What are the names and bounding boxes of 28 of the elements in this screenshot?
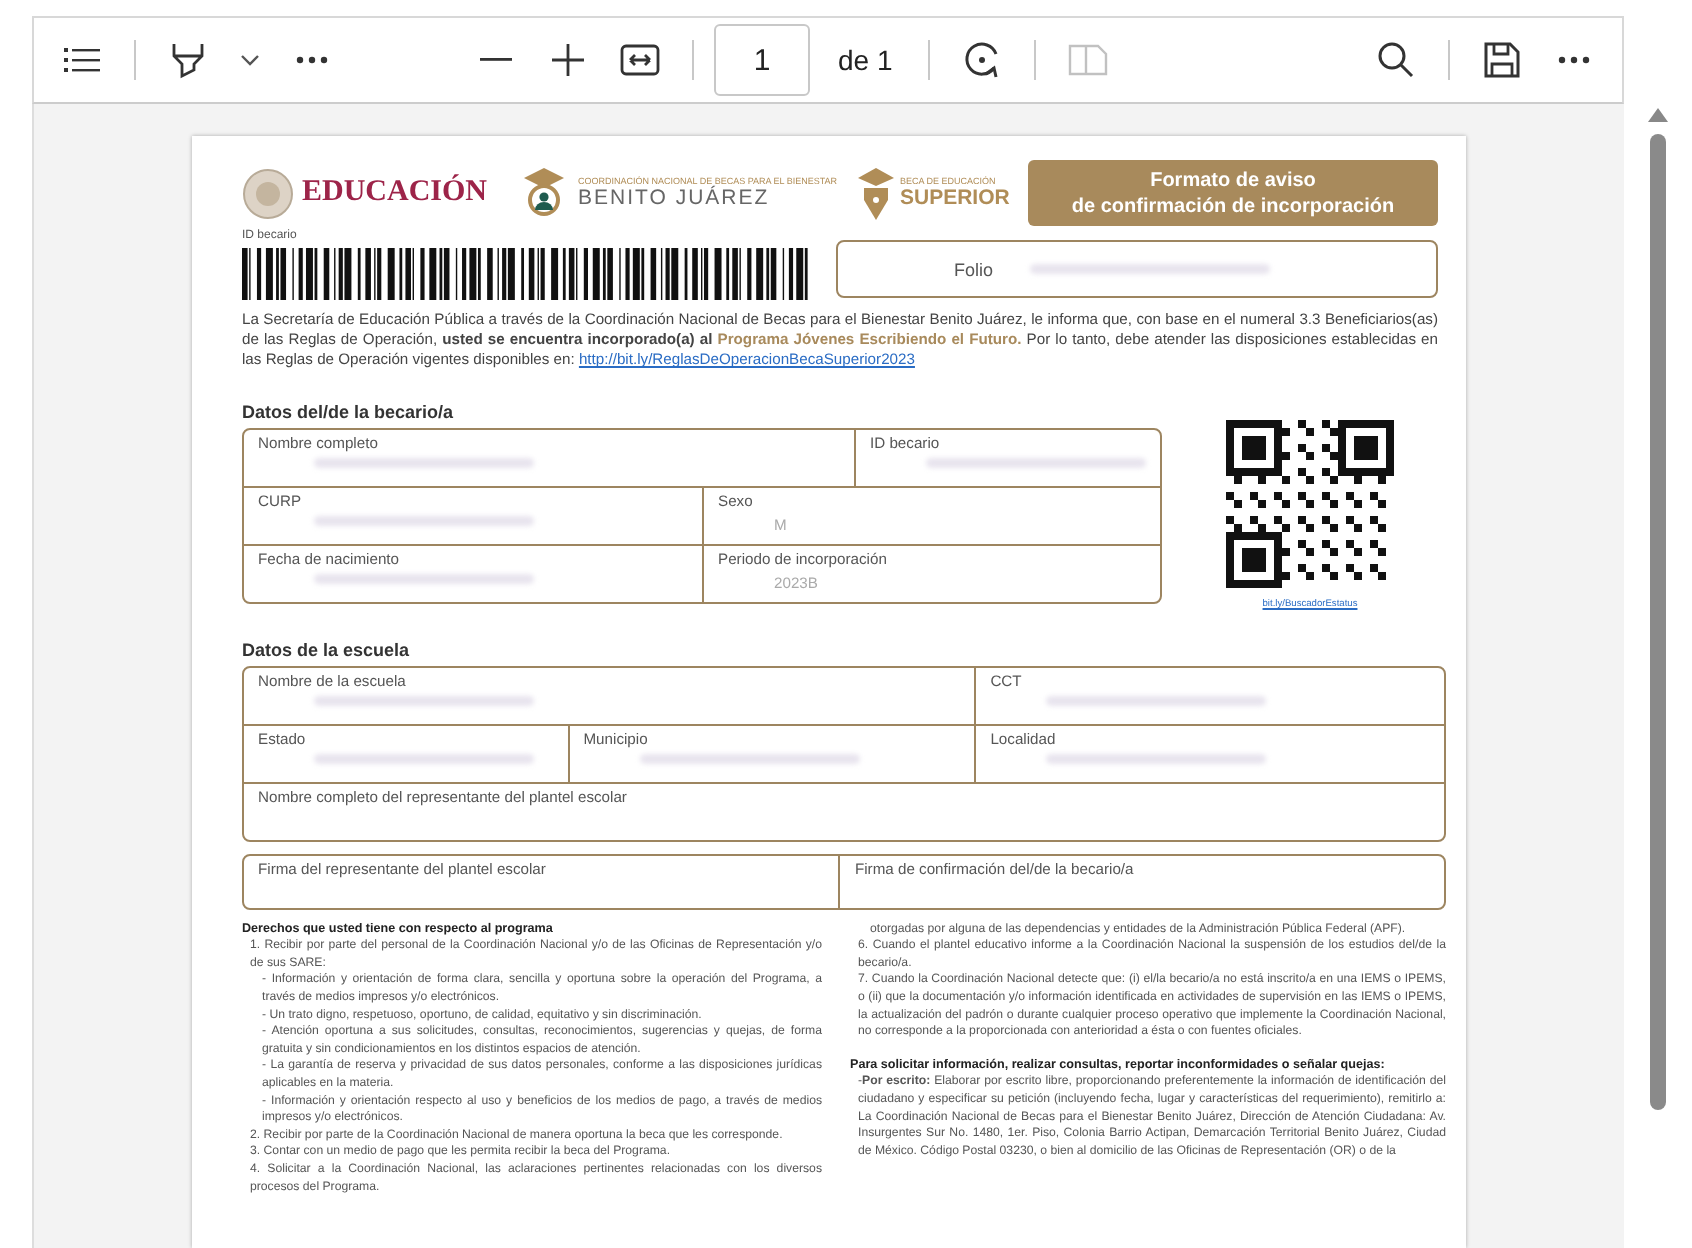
barcode-icon: [242, 248, 814, 300]
graduate-emblem-icon: [522, 165, 566, 221]
pen-nib-emblem-icon: [858, 165, 894, 221]
scholarship-logo-text: SUPERIOR: [900, 186, 1010, 210]
highlighter-icon: [170, 40, 206, 80]
sep-logo-text: EDUCACIÓN: [302, 176, 488, 210]
minus-icon: [480, 58, 512, 62]
list-icon: [64, 46, 100, 74]
rotate-icon: [962, 40, 1003, 80]
form-title: Formato de aviso de confirmación de incorporación: [1028, 160, 1438, 226]
search-icon: [1378, 42, 1414, 78]
save-icon: [1484, 42, 1520, 78]
seal-icon: [242, 167, 294, 219]
plus-icon: [552, 44, 584, 76]
section-heading: Datos de la escuela: [242, 639, 412, 660]
page-number-field[interactable]: 1: [714, 24, 810, 96]
page-count: de 1: [838, 44, 893, 76]
fit-width-icon: [620, 44, 660, 76]
more-icon: [1558, 56, 1590, 64]
qr-code-icon: [1226, 419, 1394, 588]
coordination-logo-text: BENITO JUÁREZ: [578, 186, 772, 210]
section-heading: Datos del/de la becario/a: [242, 401, 456, 422]
two-page-icon: [1068, 44, 1109, 76]
folio-field: Folio: [836, 240, 1438, 298]
more-icon: [296, 56, 328, 64]
chevron-down-icon: [240, 54, 260, 66]
scroll-up-icon: [1648, 108, 1668, 122]
scrollbar-thumb[interactable]: [1650, 134, 1666, 1110]
